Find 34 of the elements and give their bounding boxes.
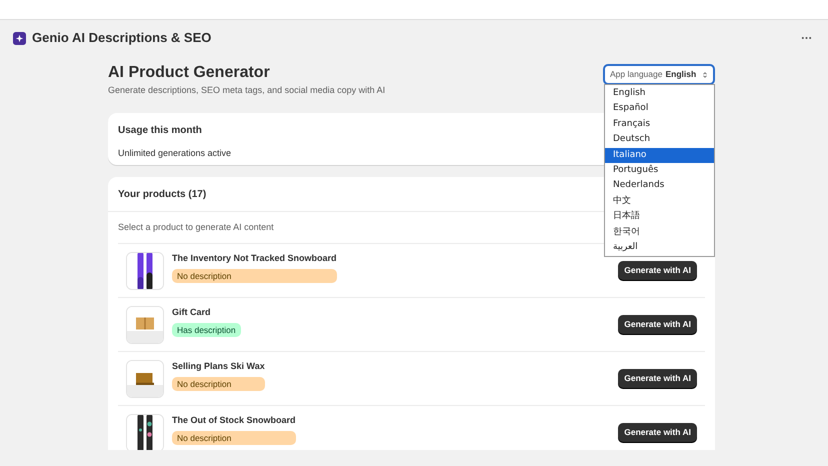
app-title: Genio AI Descriptions & SEO — [32, 29, 212, 48]
language-option[interactable]: Español — [605, 101, 714, 117]
language-option[interactable]: 中文 — [605, 194, 714, 210]
usage-text: Unlimited generations active — [118, 146, 232, 160]
status-badge: No description — [172, 376, 265, 392]
language-option[interactable]: العربية — [605, 240, 714, 256]
generate-button[interactable]: Generate with AI — [618, 261, 697, 280]
page-title: AI Product Generator — [108, 63, 271, 83]
generate-button[interactable]: Generate with AI — [618, 423, 697, 442]
product-name: Gift Card — [172, 306, 212, 319]
generate-button[interactable]: Generate with AI — [618, 369, 697, 388]
generate-button[interactable]: Generate with AI — [618, 315, 697, 334]
page-subtitle: Generate descriptions, SEO meta tags, and social media copy with AI — [108, 84, 386, 97]
language-option[interactable]: English — [605, 86, 714, 102]
language-option[interactable]: 日本語 — [605, 209, 714, 225]
status-badge: Has description — [172, 322, 241, 338]
card-subtitle: Select a product to generate AI content — [118, 220, 274, 234]
language-option[interactable]: Deutsch — [605, 132, 714, 148]
card-title: Usage this month — [118, 124, 202, 138]
card-title: Your products (17) — [118, 188, 206, 202]
language-option[interactable]: Français — [605, 116, 714, 132]
product-name: The Out of Stock Snowboard — [172, 414, 296, 427]
language-option[interactable]: Nederlands — [605, 178, 714, 194]
status-badge: No description — [172, 268, 337, 284]
language-option[interactable]: 한국어 — [605, 224, 714, 240]
sparkle-app-icon — [13, 32, 26, 44]
status-badge: No description — [172, 430, 296, 446]
more-options-icon[interactable] — [801, 36, 812, 40]
language-select[interactable]: App language English — [603, 64, 715, 85]
chevron-up-down-icon — [702, 70, 708, 78]
product-name: Selling Plans Ski Wax — [172, 360, 265, 373]
product-name: The Inventory Not Tracked Snowboard — [172, 252, 337, 265]
language-option[interactable]: Português — [605, 162, 714, 178]
language-option[interactable]: Italiano — [605, 148, 714, 163]
